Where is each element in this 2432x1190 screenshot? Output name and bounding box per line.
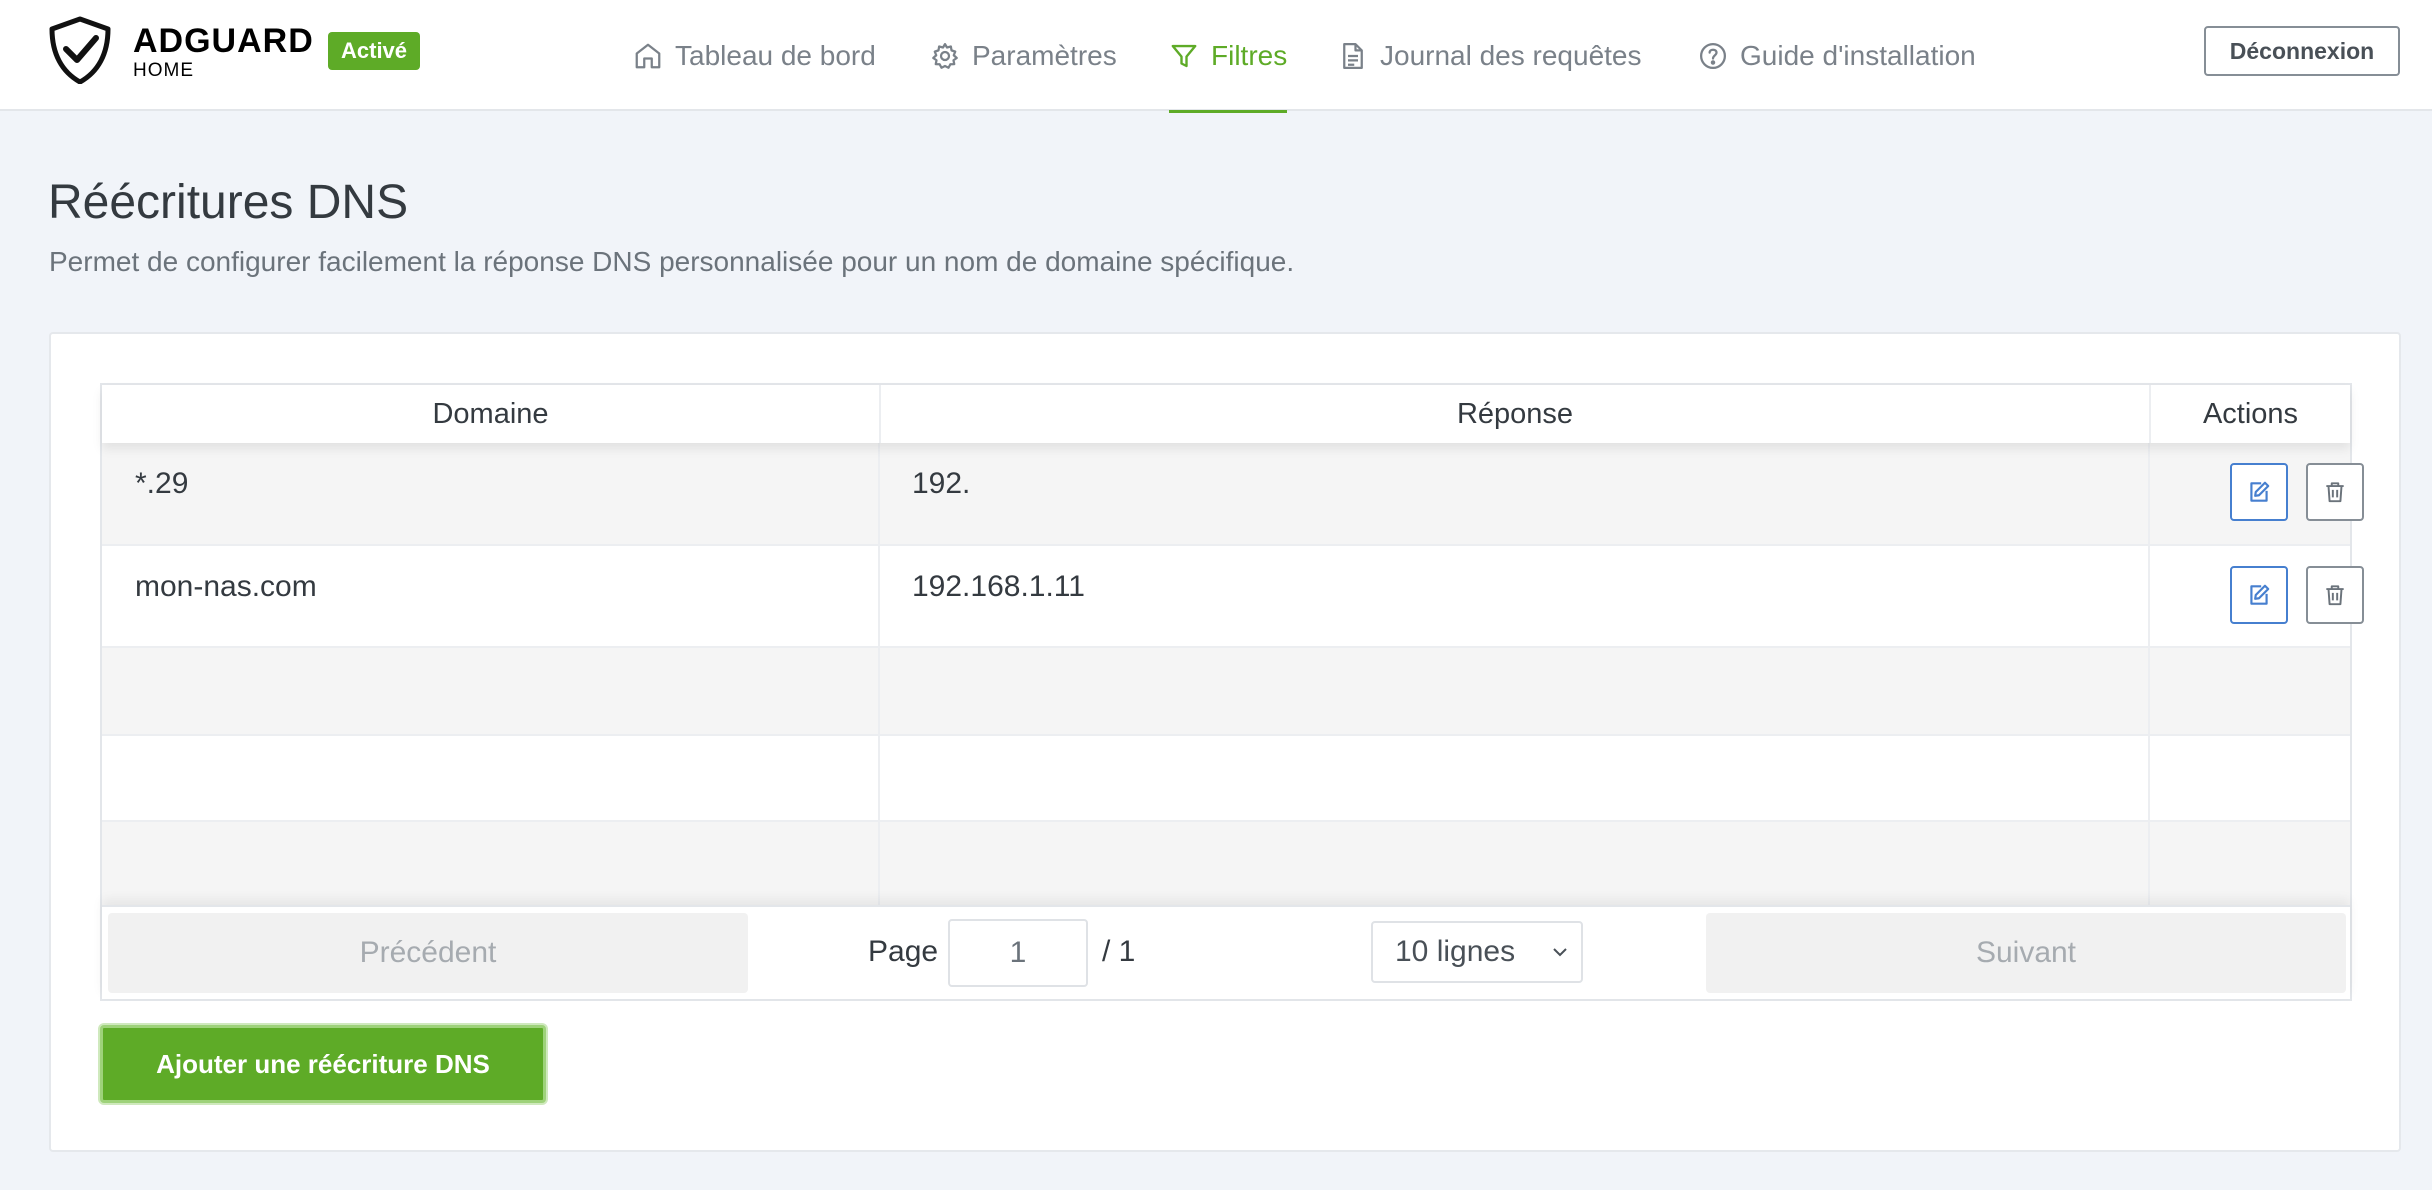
edit-icon: [2250, 584, 2270, 605]
pagination-bar: Précédent Page 1 / 1 10 lignes Suivant: [102, 905, 2350, 999]
rows-per-page-select[interactable]: 10 lignes: [1371, 921, 1583, 983]
page-total: / 1: [1102, 935, 1136, 968]
page-description: Permet de configurer facilement la répon…: [49, 246, 1295, 277]
next-page-button[interactable]: Suivant: [1706, 913, 2346, 993]
nav-query-log-label: Journal des requêtes: [1380, 39, 1642, 71]
page-label: Page: [868, 935, 939, 968]
column-divider: [878, 385, 880, 909]
table-header: Domaine Réponse Actions: [102, 385, 2350, 443]
nav-setup-guide[interactable]: Guide d'installation: [1698, 0, 1976, 111]
brand-subtitle: HOME: [133, 60, 194, 81]
nav-settings-label: Paramètres: [972, 39, 1117, 71]
nav-setup-guide-label: Guide d'installation: [1740, 39, 1976, 71]
document-icon: [1343, 42, 1363, 69]
delete-button[interactable]: [2306, 566, 2364, 624]
chevron-down-icon: [1553, 948, 1567, 957]
answer-cell: 192.168.1.11: [912, 570, 1085, 603]
logout-button[interactable]: Déconnexion: [2204, 26, 2400, 76]
column-header-domain[interactable]: Domaine: [102, 385, 879, 443]
nav-dashboard-label: Tableau de bord: [675, 39, 876, 71]
rewrites-card: *.29 192. mon-nas.com 192.168.1.11 Domai…: [49, 332, 2401, 1152]
help-icon: [1700, 42, 1726, 69]
nav-filters[interactable]: Filtres: [1169, 0, 1288, 113]
filter-icon: [1171, 44, 1197, 67]
brand-name: ADGUARD: [133, 22, 314, 60]
empty-row: [102, 648, 2350, 736]
column-header-actions: Actions: [2149, 385, 2350, 443]
table-row: *.29 192.: [102, 443, 2364, 546]
column-divider: [2148, 385, 2150, 909]
page-number-input[interactable]: 1: [948, 919, 1088, 987]
page-title: Réécritures DNS: [48, 176, 409, 229]
nav-filters-label: Filtres: [1211, 39, 1288, 71]
trash-icon: [2326, 585, 2344, 606]
rows-per-page-value: 10 lignes: [1395, 935, 1516, 968]
nav-settings[interactable]: Paramètres: [930, 0, 1117, 111]
edit-button[interactable]: [2230, 566, 2288, 624]
status-badge: Activé: [328, 32, 421, 70]
domain-cell: mon-nas.com: [135, 570, 317, 603]
add-dns-rewrite-button[interactable]: Ajouter une réécriture DNS: [100, 1025, 546, 1103]
nav-query-log[interactable]: Journal des requêtes: [1338, 0, 1642, 111]
previous-page-button[interactable]: Précédent: [108, 913, 748, 993]
edit-icon: [2250, 481, 2270, 502]
trash-icon: [2326, 482, 2344, 503]
domain-cell: *.29: [135, 467, 189, 500]
delete-button[interactable]: [2306, 463, 2364, 521]
top-navbar: ADGUARD HOME Activé Tableau de bord Para…: [0, 0, 2432, 113]
answer-cell: 192.: [912, 467, 971, 500]
column-header-answer[interactable]: Réponse: [879, 385, 2149, 443]
adguard-shield-logo[interactable]: [46, 16, 114, 84]
rewrites-table: *.29 192. mon-nas.com 192.168.1.11 Domai…: [100, 383, 2364, 1001]
nav-dashboard[interactable]: Tableau de bord: [633, 0, 876, 111]
empty-row: [102, 822, 2350, 909]
edit-button[interactable]: [2230, 463, 2288, 521]
gear-icon: [932, 42, 958, 69]
empty-row: [102, 736, 2350, 822]
home-icon: [635, 43, 661, 68]
table-row: mon-nas.com 192.168.1.11: [102, 546, 2364, 648]
